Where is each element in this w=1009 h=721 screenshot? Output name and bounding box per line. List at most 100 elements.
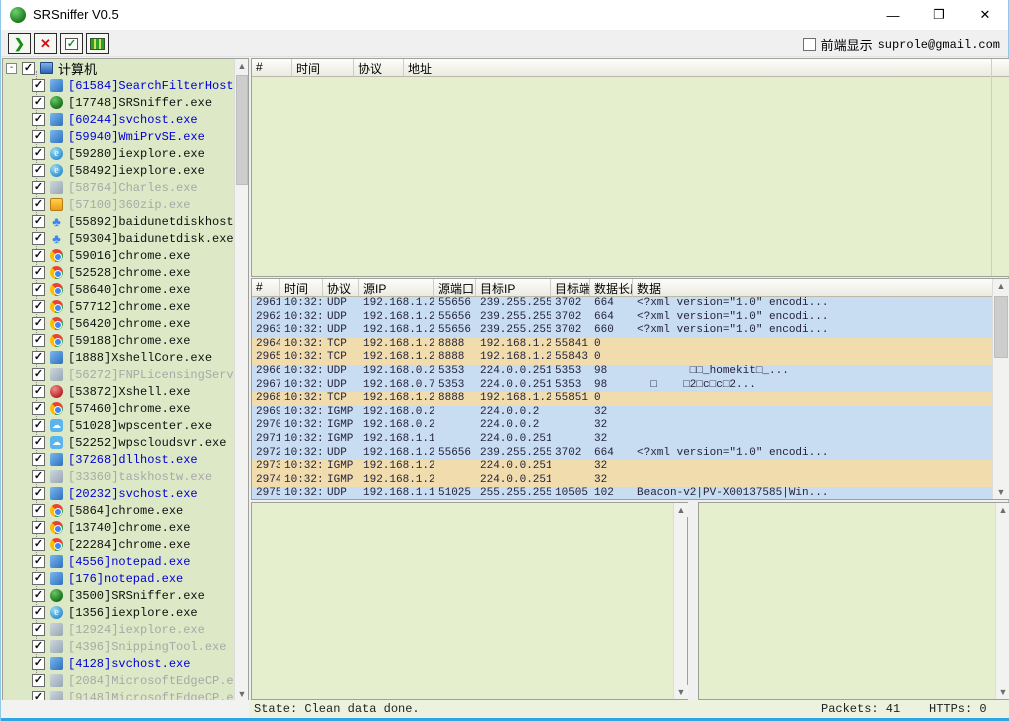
column-header[interactable]: 时间 xyxy=(280,279,323,297)
detail-panel-left[interactable]: ▲ ▼ xyxy=(251,502,688,700)
checkbox[interactable]: ✓ xyxy=(32,96,45,109)
checkbox[interactable]: ✓ xyxy=(32,555,45,568)
packet-row[interactable]: 296210:32:52UDP192.168.1.25355656239.255… xyxy=(252,311,992,325)
packet-row[interactable]: 296310:32:52UDP192.168.1.25355656239.255… xyxy=(252,324,992,338)
checkbox[interactable]: ✓ xyxy=(32,640,45,653)
checkbox[interactable]: ✓ xyxy=(32,402,45,415)
tree-item[interactable]: ✓[57100]360zip.exe xyxy=(32,196,234,213)
packet-row[interactable]: 296910:32:53IGMP192.168.0.232224.0.0.232 xyxy=(252,406,992,420)
tree-item[interactable]: ✓[61584]SearchFilterHost.ex xyxy=(32,77,234,94)
scroll-down-icon[interactable]: ▼ xyxy=(674,685,688,699)
checkbox[interactable]: ✓ xyxy=(32,198,45,211)
tree-item[interactable]: ✓[2084]MicrosoftEdgeCP.exe xyxy=(32,672,234,689)
scroll-down-icon[interactable]: ▼ xyxy=(235,687,249,701)
tree-item[interactable]: ✓[13740]chrome.exe xyxy=(32,519,234,536)
column-header[interactable]: # xyxy=(252,279,280,297)
minimize-button[interactable]: — xyxy=(870,0,916,30)
address-table-scrollbar[interactable] xyxy=(991,59,1009,276)
column-header[interactable]: 目标端口 xyxy=(551,279,590,297)
packet-row[interactable]: 296610:32:52UDP192.168.0.2325353224.0.0.… xyxy=(252,365,992,379)
tree-item[interactable]: ✓[57712]chrome.exe xyxy=(32,298,234,315)
checkbox[interactable]: ✓ xyxy=(32,232,45,245)
tree-item[interactable]: ✓[5864]chrome.exe xyxy=(32,502,234,519)
checkbox[interactable]: ✓ xyxy=(32,181,45,194)
tree-item[interactable]: ✓e[59280]iexplore.exe xyxy=(32,145,234,162)
detail-right-scrollbar[interactable]: ▲ ▼ xyxy=(995,503,1009,699)
tree-item[interactable]: ✓[59188]chrome.exe xyxy=(32,332,234,349)
checkbox[interactable]: ✓ xyxy=(32,113,45,126)
column-header[interactable]: # xyxy=(252,59,292,77)
scroll-up-icon[interactable]: ▲ xyxy=(674,503,688,517)
checkbox[interactable]: ✓ xyxy=(32,164,45,177)
tree-item[interactable]: ✓[56420]chrome.exe xyxy=(32,315,234,332)
packet-row[interactable]: 296110:32:52UDP192.168.1.25355656239.255… xyxy=(252,297,992,311)
checkbox[interactable]: ✓ xyxy=(32,504,45,517)
maximize-button[interactable]: ❐ xyxy=(916,0,962,30)
checkbox[interactable]: ✓ xyxy=(32,317,45,330)
column-header[interactable]: 源端口 xyxy=(434,279,476,297)
start-capture-button[interactable]: ❯ xyxy=(8,33,31,54)
checkbox[interactable]: ✓ xyxy=(32,419,45,432)
packet-row[interactable]: 297510:32:53UDP192.168.1.11651025255.255… xyxy=(252,487,992,499)
column-header[interactable]: 时间 xyxy=(292,59,354,77)
column-header[interactable]: 协议 xyxy=(354,59,404,77)
tree-item[interactable]: ✓[52528]chrome.exe xyxy=(32,264,234,281)
tree-item[interactable]: ✓♣[55892]baidunetdiskhost.ex xyxy=(32,213,234,230)
checkbox[interactable]: ✓ xyxy=(32,368,45,381)
network-adapter-button[interactable] xyxy=(86,33,109,54)
tree-item[interactable]: ✓☁[51028]wpscenter.exe xyxy=(32,417,234,434)
checkbox[interactable]: ✓ xyxy=(32,351,45,364)
tree-item[interactable]: ✓[58764]Charles.exe xyxy=(32,179,234,196)
tree-vertical-scrollbar[interactable]: ▲ ▼ xyxy=(234,59,248,701)
tree-item[interactable]: ✓[3500]SRSniffer.exe xyxy=(32,587,234,604)
clear-data-button[interactable]: ✕ xyxy=(34,33,57,54)
checkbox[interactable]: ✓ xyxy=(32,283,45,296)
tree-item[interactable]: ✓[4128]svchost.exe xyxy=(32,655,234,672)
tree-item[interactable]: ✓[59940]WmiPrvSE.exe xyxy=(32,128,234,145)
checkbox[interactable]: ✓ xyxy=(32,453,45,466)
scroll-up-icon[interactable]: ▲ xyxy=(996,503,1009,517)
tree-item[interactable]: ✓[176]notepad.exe xyxy=(32,570,234,587)
checkbox[interactable]: ✓ xyxy=(32,487,45,500)
packet-row[interactable]: 297010:32:53IGMP192.168.0.232224.0.0.232 xyxy=(252,419,992,433)
tree-item[interactable]: ✓[56272]FNPLicensingService xyxy=(32,366,234,383)
collapse-icon[interactable]: - xyxy=(6,63,17,74)
checkbox[interactable]: ✓ xyxy=(32,521,45,534)
checkbox[interactable]: ✓ xyxy=(32,470,45,483)
column-header[interactable]: 目标IP xyxy=(476,279,551,297)
tree-item[interactable]: ✓[57460]chrome.exe xyxy=(32,400,234,417)
column-header[interactable]: 协议 xyxy=(323,279,359,297)
tree-item[interactable]: ✓[33360]taskhostw.exe xyxy=(32,468,234,485)
tree-item[interactable]: ✓[17748]SRSniffer.exe xyxy=(32,94,234,111)
column-header[interactable]: 数据 xyxy=(633,279,1009,297)
select-all-button[interactable]: ✓ xyxy=(60,33,83,54)
tree-item[interactable]: ✓[58640]chrome.exe xyxy=(32,281,234,298)
close-button[interactable]: ✕ xyxy=(962,0,1008,30)
packet-row[interactable]: 297310:32:53IGMP192.168.1.212224.0.0.251… xyxy=(252,460,992,474)
tree-item[interactable]: ✓[20232]svchost.exe xyxy=(32,485,234,502)
packet-row[interactable]: 297210:32:53UDP192.168.1.25355656239.255… xyxy=(252,447,992,461)
detail-left-scrollbar[interactable]: ▲ ▼ xyxy=(673,503,687,699)
packet-row[interactable]: 296710:32:53UDP192.168.0.725353224.0.0.2… xyxy=(252,379,992,393)
column-header[interactable]: 数据长度 xyxy=(590,279,633,297)
checkbox[interactable]: ✓ xyxy=(32,606,45,619)
tree-item[interactable]: ✓[22284]chrome.exe xyxy=(32,536,234,553)
checkbox[interactable]: ✓ xyxy=(32,589,45,602)
tree-item[interactable]: ✓[4556]notepad.exe xyxy=(32,553,234,570)
tree-vscroll-thumb[interactable] xyxy=(236,75,248,185)
scroll-up-icon[interactable]: ▲ xyxy=(993,279,1009,293)
checkbox[interactable]: ✓ xyxy=(32,334,45,347)
tree-item[interactable]: ✓♣[59304]baidunetdisk.exe xyxy=(32,230,234,247)
tree-item[interactable]: ✓[53872]Xshell.exe xyxy=(32,383,234,400)
checkbox[interactable]: ✓ xyxy=(32,130,45,143)
packet-row[interactable]: 296510:32:52TCP192.168.1.2128888192.168.… xyxy=(252,351,992,365)
checkbox[interactable]: ✓ xyxy=(32,538,45,551)
checkbox[interactable]: ✓ xyxy=(32,623,45,636)
tree-item[interactable]: ✓[4396]SnippingTool.exe xyxy=(32,638,234,655)
scroll-down-icon[interactable]: ▼ xyxy=(993,485,1009,499)
checkbox[interactable]: ✓ xyxy=(32,249,45,262)
tree-root-computer[interactable]: - ✓ 计算机 xyxy=(3,59,234,77)
front-display-checkbox[interactable] xyxy=(803,38,816,51)
packet-row[interactable]: 296810:32:53TCP192.168.1.2128888192.168.… xyxy=(252,392,992,406)
tree-item[interactable]: ✓☁[52252]wpscloudsvr.exe xyxy=(32,434,234,451)
